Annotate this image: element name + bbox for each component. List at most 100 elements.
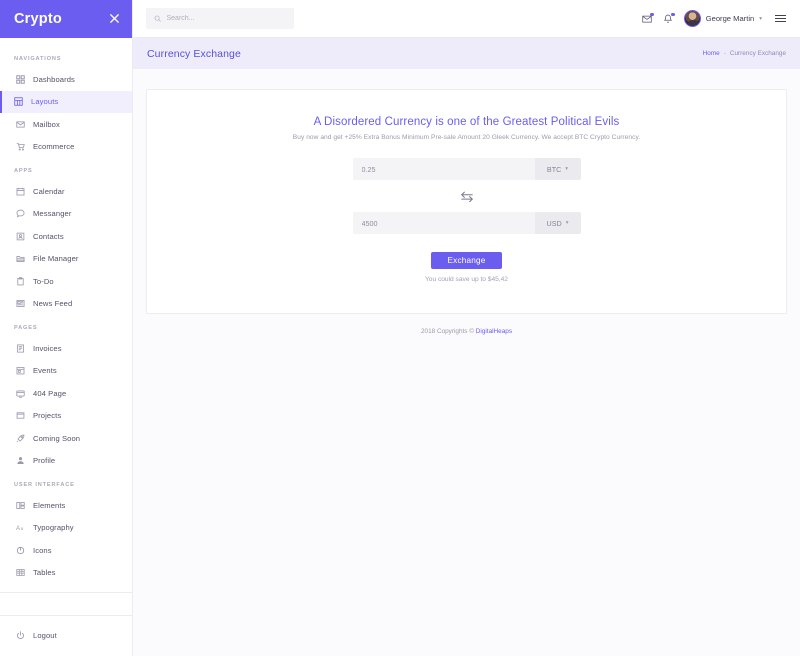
chevron-down-icon: ▾ — [759, 16, 762, 22]
sidebar-item-invoices[interactable]: Invoices — [0, 337, 132, 360]
sidebar-item-label: Layouts — [31, 97, 58, 106]
brand-name: Crypto — [14, 11, 62, 27]
exchange-subtitle: Buy now and get +25% Extra Bonus Minimum… — [167, 134, 766, 141]
close-icon[interactable] — [109, 13, 120, 26]
from-amount-row: BTC ▾ — [353, 158, 581, 180]
mail-icon — [16, 120, 25, 129]
breadcrumb: Home - Currency Exchange — [703, 50, 786, 57]
sidebar-item-mailbox[interactable]: Mailbox — [0, 113, 132, 136]
user-icon — [16, 456, 25, 465]
sidebar: Crypto NAVIGATIONS Dashboards Layou — [0, 0, 133, 656]
events-icon — [16, 366, 25, 375]
sidebar-item-elements[interactable]: Elements — [0, 494, 132, 517]
cart-icon — [16, 142, 25, 151]
sidebar-item-label: Elements — [33, 501, 65, 510]
sidebar-item-projects[interactable]: Projects — [0, 405, 132, 428]
user-name: George Martin — [706, 14, 755, 23]
sidebar-item-label: 404 Page — [33, 389, 66, 398]
browser-icon — [16, 389, 25, 398]
sidebar-item-label: Calendar — [33, 187, 65, 196]
main-area: George Martin ▾ Currency Exchange Home -… — [133, 0, 800, 656]
from-currency-label: BTC — [547, 165, 561, 174]
sidebar-item-news-feed[interactable]: News Feed — [0, 293, 132, 316]
sidebar-item-typography[interactable]: Aa Typography — [0, 517, 132, 540]
sidebar-item-to-do[interactable]: To-Do — [0, 270, 132, 293]
sidebar-item-label: Ecommerce — [33, 142, 74, 151]
sidebar-item-label: Profile — [33, 456, 55, 465]
sidebar-item-label: Icons — [33, 546, 52, 555]
sidebar-item-file-manager[interactable]: File Manager — [0, 248, 132, 271]
circle-icon — [16, 546, 25, 555]
search-box[interactable] — [146, 8, 294, 29]
swap-arrows-icon[interactable] — [460, 191, 474, 202]
sidebar-item-label: Dashboards — [33, 75, 75, 84]
sidebar-item-label: Typography — [33, 523, 74, 532]
to-currency-select[interactable]: USD ▾ — [535, 212, 581, 234]
calendar-icon — [16, 187, 25, 196]
topbar-actions: George Martin ▾ — [642, 10, 786, 27]
mail-badge-icon[interactable] — [642, 14, 652, 24]
mail-badge-dot — [650, 13, 654, 17]
breadcrumb-current: Currency Exchange — [730, 50, 786, 57]
sidebar-divider — [0, 592, 132, 593]
sidebar-item-label: Coming Soon — [33, 434, 80, 443]
bell-badge-dot — [671, 13, 675, 17]
exchange-button[interactable]: Exchange — [431, 252, 501, 269]
sidebar-item-coming-soon[interactable]: Coming Soon — [0, 427, 132, 450]
search-icon — [154, 15, 162, 23]
topbar: George Martin ▾ — [133, 0, 800, 38]
sidebar-logout-section: Logout — [0, 615, 132, 656]
window-icon — [16, 411, 25, 420]
sidebar-item-layouts[interactable]: Layouts — [0, 91, 132, 114]
content-area: A Disordered Currency is one of the Grea… — [133, 69, 800, 656]
user-menu[interactable]: George Martin ▾ — [684, 10, 762, 27]
swap-row — [167, 191, 766, 202]
sidebar-item-label: Mailbox — [33, 120, 60, 129]
to-amount-input[interactable] — [353, 212, 535, 234]
footer-brand-link[interactable]: DigitalHeaps — [476, 328, 512, 335]
sidebar-item-events[interactable]: Events — [0, 360, 132, 383]
exchange-cta-row: Exchange — [167, 252, 766, 269]
sidebar-item-label: To-Do — [33, 277, 54, 286]
nav-section-title-user-interface: USER INTERFACE — [0, 472, 132, 494]
footer-copyright: 2018 Copyrights © — [421, 328, 476, 335]
contact-card-icon — [16, 232, 25, 241]
chevron-down-icon: ▾ — [565, 166, 568, 172]
exchange-title: A Disordered Currency is one of the Grea… — [167, 116, 766, 128]
invoice-icon — [16, 344, 25, 353]
sidebar-item-profile[interactable]: Profile — [0, 450, 132, 473]
sidebar-item-messanger[interactable]: Messanger — [0, 203, 132, 226]
sidebar-nav: NAVIGATIONS Dashboards Layouts Mailbox — [0, 38, 132, 615]
power-icon — [16, 631, 25, 640]
page-title: Currency Exchange — [147, 48, 241, 60]
sidebar-item-tables[interactable]: Tables — [0, 562, 132, 585]
from-amount-input[interactable] — [353, 158, 535, 180]
sidebar-item-dashboards[interactable]: Dashboards — [0, 68, 132, 91]
sidebar-item-label: Contacts — [33, 232, 64, 241]
avatar — [684, 10, 701, 27]
sidebar-item-label: File Manager — [33, 254, 79, 263]
sidebar-item-404-page[interactable]: 404 Page — [0, 382, 132, 405]
from-currency-select[interactable]: BTC ▾ — [535, 158, 581, 180]
sidebar-item-logout[interactable]: Logout — [0, 625, 132, 648]
breadcrumb-home[interactable]: Home — [703, 50, 720, 57]
footer: 2018 Copyrights © DigitalHeaps — [146, 314, 787, 346]
elements-icon — [16, 501, 25, 510]
chat-icon — [16, 209, 25, 218]
sidebar-item-contacts[interactable]: Contacts — [0, 225, 132, 248]
sidebar-item-calendar[interactable]: Calendar — [0, 180, 132, 203]
rocket-icon — [16, 434, 25, 443]
bell-badge-icon[interactable] — [663, 14, 673, 24]
search-input[interactable] — [167, 15, 277, 22]
table-icon — [16, 568, 25, 577]
svg-text:A: A — [16, 526, 20, 532]
grid-icon — [16, 75, 25, 84]
sidebar-item-label: Messanger — [33, 209, 71, 218]
clipboard-icon — [16, 277, 25, 286]
nav-section-title-apps: APPS — [0, 158, 132, 180]
news-icon — [16, 299, 25, 308]
sidebar-item-ecommerce[interactable]: Ecommerce — [0, 136, 132, 159]
hamburger-icon[interactable] — [775, 15, 786, 23]
sidebar-item-label: Invoices — [33, 344, 62, 353]
sidebar-item-icons[interactable]: Icons — [0, 539, 132, 562]
